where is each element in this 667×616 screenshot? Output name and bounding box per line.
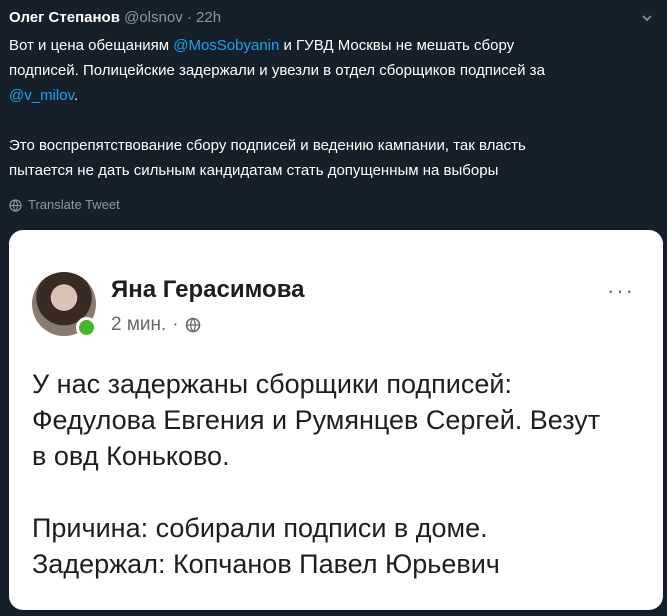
globe-icon [185, 317, 200, 333]
tweet-line-3: Это воспрепятствование сбору подписей и … [9, 137, 526, 154]
tweet-header: Олег Степанов @olsnov · 22h [9, 8, 221, 28]
tweet-line-1: Вот и цена обещаниям @MosSobyanin и ГУВД… [9, 33, 659, 58]
fb-post-meta: 2 мин. · [111, 314, 201, 336]
tweet-line-2: подписей. Полицейские задержали и увезли… [9, 62, 545, 79]
mention-v-milov[interactable]: @v_milov [9, 87, 74, 104]
tweet-line-1-suffix: и ГУВД Москвы не мешать сбору [279, 37, 515, 54]
tweet: Олег Степанов @olsnov · 22h Вот и цена о… [0, 0, 667, 616]
fb-line-2: Федулова Евгения и Румянцев Сергей. Везу… [32, 405, 601, 435]
fb-line-1: У нас задержаны сборщики подписей: [32, 369, 512, 399]
fb-line-4: Причина: собирали подписи в доме. [32, 513, 488, 543]
tweet-line-1-prefix: Вот и цена обещаниям [9, 37, 174, 54]
translate-tweet-link[interactable]: Translate Tweet [9, 196, 120, 214]
tweet-text: Вот и цена обещаниям @MosSobyanin и ГУВД… [9, 33, 659, 183]
chevron-down-icon[interactable] [641, 12, 653, 24]
tweet-line-2b: @v_milov. [9, 83, 659, 108]
more-options-icon: ··· [607, 278, 635, 303]
attached-image[interactable]: Яна Герасимова 2 мин. · ··· У нас задерж… [9, 230, 663, 610]
fb-paragraph-gap [32, 474, 652, 510]
fb-post-time: 2 мин. [111, 314, 167, 335]
fb-line-5: Задержал: Копчанов Павел Юрьевич [32, 549, 500, 579]
globe-icon [9, 198, 22, 212]
online-status-icon [76, 317, 97, 338]
fb-author-name: Яна Герасимова [111, 276, 305, 303]
translate-label: Translate Tweet [28, 197, 120, 212]
author-handle[interactable]: @olsnov [124, 9, 183, 26]
author-name[interactable]: Олег Степанов [9, 9, 120, 26]
time-separator: · [186, 9, 192, 26]
fb-line-3: в овд Коньково. [32, 441, 230, 471]
tweet-time[interactable]: 22h [196, 9, 221, 26]
tweet-line-2b-end: . [73, 87, 79, 104]
tweet-line-4: пытается не дать сильным кандидатам стат… [9, 162, 499, 179]
fb-post-text: У нас задержаны сборщики подписей: Федул… [32, 366, 652, 582]
fb-meta-dot: · [172, 314, 179, 335]
mention-mossobyanin[interactable]: @MosSobyanin [173, 37, 279, 54]
